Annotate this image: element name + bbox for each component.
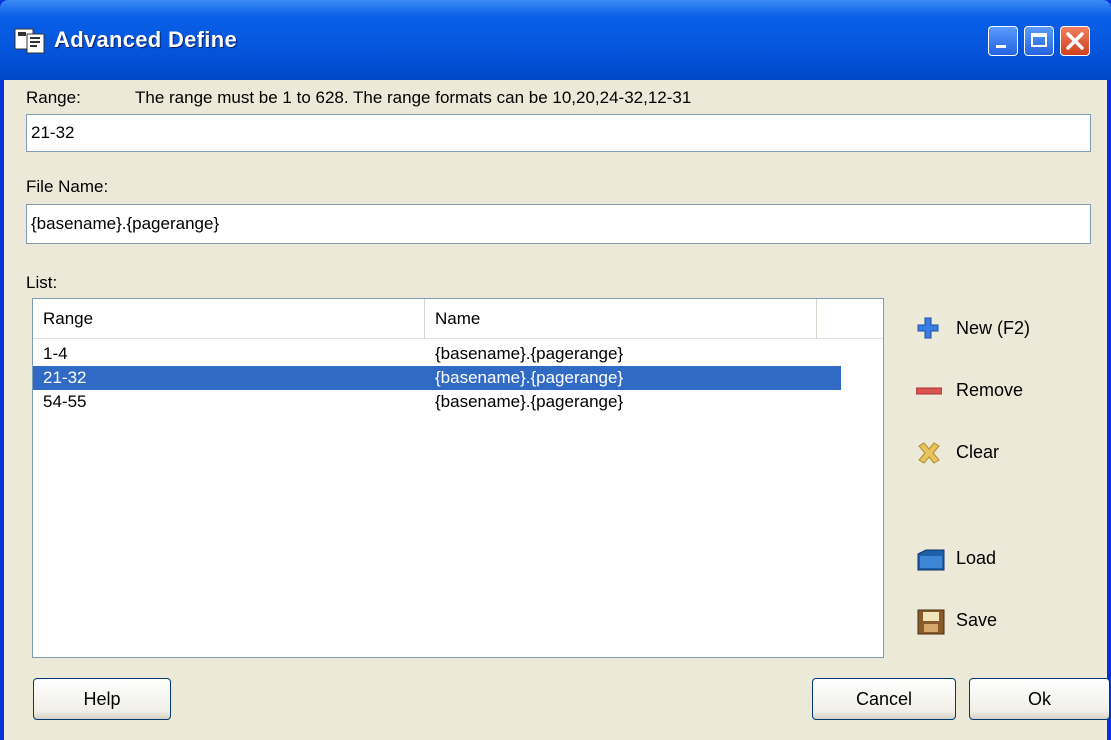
save-disk-icon <box>917 609 945 635</box>
range-label: Range: <box>26 88 81 107</box>
help-button[interactable]: Help <box>33 678 171 720</box>
column-header-name[interactable]: Name <box>425 299 817 339</box>
list-header: Range Name <box>33 299 883 339</box>
plus-icon <box>917 317 939 339</box>
row-range: 1-4 <box>43 344 68 363</box>
maximize-icon[interactable] <box>1024 26 1054 56</box>
row-range: 54-55 <box>43 392 87 411</box>
range-hint: The range must be 1 to 628. The range fo… <box>135 88 692 107</box>
clear-button[interactable]: Clear <box>916 436 999 468</box>
remove-button[interactable]: Remove <box>916 374 1023 406</box>
row-name: {basename}.{pagerange} <box>435 344 624 363</box>
window-title: Advanced Define <box>54 27 237 52</box>
dialog-window: Advanced Define Range: The range must be… <box>0 0 1111 740</box>
list-row[interactable]: 54-55 {basename}.{pagerange} <box>33 390 841 414</box>
new-button[interactable]: New (F2) <box>916 312 1030 344</box>
clear-button-label: Clear <box>956 442 1000 462</box>
list-row-selected[interactable]: 21-32 {basename}.{pagerange} <box>33 366 841 390</box>
cancel-button[interactable]: Cancel <box>812 678 956 720</box>
file-name-label: File Name: <box>26 177 109 196</box>
title-bar[interactable]: Advanced Define <box>0 0 1111 80</box>
load-button[interactable]: Load <box>916 542 996 574</box>
remove-button-label: Remove <box>956 380 1024 400</box>
row-name: {basename}.{pagerange} <box>435 368 624 387</box>
row-name: {basename}.{pagerange} <box>435 392 624 411</box>
column-header-range[interactable]: Range <box>33 299 425 339</box>
minimize-icon[interactable] <box>988 26 1018 56</box>
list-label: List: <box>26 273 58 292</box>
load-button-label: Load <box>956 548 997 568</box>
clear-x-icon <box>918 442 940 464</box>
dialog-body: Range: The range must be 1 to 628. The r… <box>4 80 1110 740</box>
close-icon[interactable] <box>1060 26 1090 56</box>
range-input[interactable]: 21-32 <box>26 114 1091 152</box>
folder-load-icon <box>917 549 945 571</box>
app-icon <box>14 28 45 54</box>
ok-button[interactable]: Ok <box>969 678 1110 720</box>
new-button-label: New (F2) <box>956 318 1031 338</box>
file-name-input[interactable]: {basename}.{pagerange} <box>26 204 1091 244</box>
list-view[interactable]: Range Name 1-4 {basename}.{pagerange} 21… <box>32 298 884 658</box>
list-row[interactable]: 1-4 {basename}.{pagerange} <box>33 342 841 366</box>
remove-bar-icon <box>916 387 942 395</box>
save-button-label: Save <box>956 610 998 630</box>
row-range: 21-32 <box>43 368 87 387</box>
save-button[interactable]: Save <box>916 604 997 636</box>
